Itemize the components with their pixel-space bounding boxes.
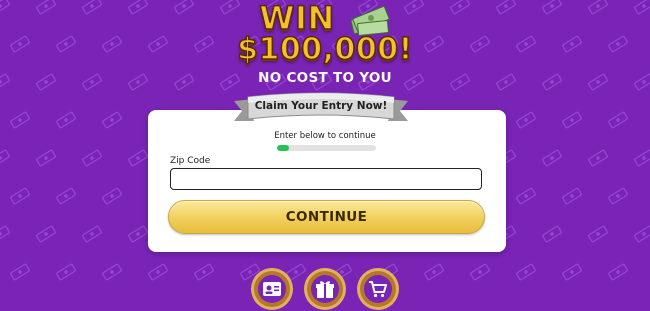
money-pattern-bill <box>588 225 608 243</box>
progress-bar <box>277 145 376 151</box>
badge-shopping <box>360 271 396 307</box>
zip-code-input[interactable] <box>170 168 482 190</box>
money-pattern-bill <box>542 149 562 167</box>
continue-prompt: Enter below to continue <box>274 131 376 141</box>
money-pattern-bill <box>128 149 148 167</box>
money-pattern-bill <box>0 225 10 243</box>
money-stack-icon <box>350 5 390 36</box>
money-pattern-bill <box>516 111 536 129</box>
money-pattern-bill <box>102 111 122 129</box>
win-word: WIN <box>258 0 335 37</box>
money-pattern-bill <box>56 187 76 205</box>
trust-badges <box>0 271 650 311</box>
prize-amount: $100,000! <box>236 32 413 67</box>
money-pattern-bill <box>36 149 56 167</box>
id-card-icon <box>263 282 281 296</box>
money-pattern-bill <box>128 225 148 243</box>
shopping-cart-icon <box>369 281 387 298</box>
money-pattern-bill <box>562 111 582 129</box>
continue-button[interactable]: CONTINUE <box>168 200 485 234</box>
money-pattern-bill <box>102 187 122 205</box>
money-pattern-bill <box>516 187 536 205</box>
money-pattern-bill <box>82 225 102 243</box>
money-pattern-bill <box>36 225 56 243</box>
promo-headline: WIN $100,000! <box>0 0 650 67</box>
zip-code-label: Zip Code <box>170 156 211 166</box>
progress-fill <box>277 145 289 151</box>
gift-box-icon <box>316 281 334 298</box>
ribbon-label: Claim Your Entry Now! <box>254 100 388 112</box>
money-pattern-bill <box>588 149 608 167</box>
money-pattern-bill <box>608 111 628 129</box>
money-pattern-bill <box>634 225 650 243</box>
claim-entry-ribbon: Claim Your Entry Now! <box>232 91 410 129</box>
money-pattern-bill <box>10 111 30 129</box>
badge-entry <box>254 271 290 307</box>
money-pattern-bill <box>56 111 76 129</box>
money-pattern-bill <box>608 187 628 205</box>
money-pattern-bill <box>634 149 650 167</box>
money-pattern-bill <box>82 149 102 167</box>
money-pattern-bill <box>10 187 30 205</box>
no-cost-subtitle: NO COST TO YOU <box>258 70 392 86</box>
money-pattern-bill <box>0 149 10 167</box>
money-pattern-bill <box>562 187 582 205</box>
badge-vip <box>307 271 343 307</box>
money-pattern-bill <box>542 225 562 243</box>
